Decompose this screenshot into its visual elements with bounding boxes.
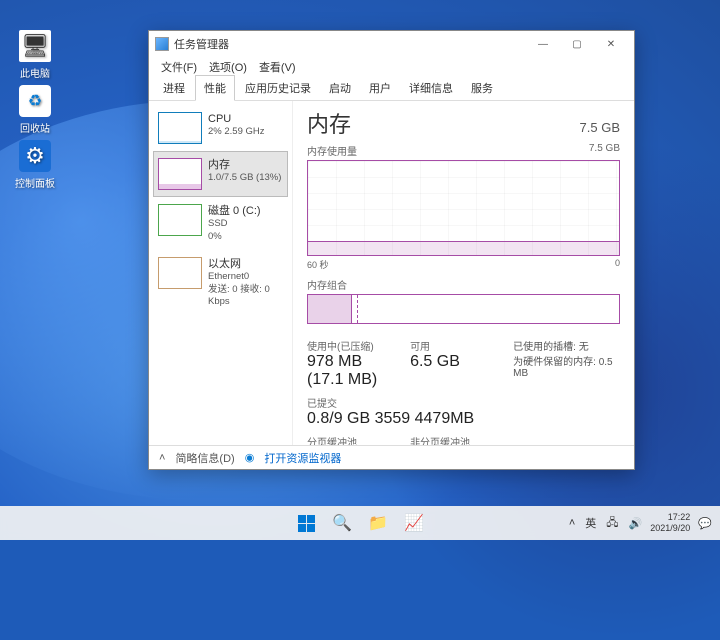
sidebar-item-sub2: 0% bbox=[208, 231, 261, 243]
desktop-icon-label: 控制面板 bbox=[10, 175, 60, 190]
sidebar-item-disk[interactable]: 磁盘 0 (C:) SSD 0% bbox=[153, 197, 288, 250]
stat-nonpaged-label: 非分页缓冲池 bbox=[410, 434, 499, 445]
sidebar-item-sub: 2% 2.59 GHz bbox=[208, 126, 265, 138]
recycle-bin-icon: ♻ bbox=[19, 85, 51, 117]
folder-icon: 📁 bbox=[368, 513, 388, 533]
sidebar-item-sub: Ethernet0 bbox=[208, 271, 283, 283]
titlebar[interactable]: 任务管理器 — ▢ ✕ bbox=[149, 31, 634, 57]
desktop-icon-this-pc[interactable]: 🖥 此电脑 bbox=[10, 30, 60, 80]
stat-in-use-value: 978 MB (17.1 MB) bbox=[307, 353, 396, 389]
taskbar-time: 17:22 bbox=[650, 512, 690, 523]
tab-startup[interactable]: 启动 bbox=[321, 76, 359, 100]
volume-icon[interactable]: 🔊 bbox=[627, 515, 645, 532]
sidebar-item-ethernet[interactable]: 以太网 Ethernet0 发送: 0 接收: 0 Kbps bbox=[153, 250, 288, 315]
system-tray: ˄ 英 🖧 🔊 17:22 2021/9/20 💬 bbox=[567, 506, 714, 540]
stat-paged-label: 分页缓冲池 bbox=[307, 434, 396, 445]
sidebar-item-memory[interactable]: 内存 1.0/7.5 GB (13%) bbox=[153, 151, 288, 197]
menu-view[interactable]: 查看(V) bbox=[255, 57, 300, 77]
sidebar-item-sub: 1.0/7.5 GB (13%) bbox=[208, 172, 281, 184]
stat-committed-label: 已提交 bbox=[307, 395, 499, 410]
menu-file[interactable]: 文件(F) bbox=[157, 57, 201, 77]
sidebar-item-label: 以太网 bbox=[208, 257, 283, 271]
tab-details[interactable]: 详细信息 bbox=[401, 76, 461, 100]
memory-composition-bar[interactable] bbox=[307, 294, 620, 324]
resmon-icon: ◉ bbox=[245, 451, 255, 464]
start-button[interactable] bbox=[291, 509, 321, 537]
window-title: 任务管理器 bbox=[174, 36, 229, 52]
tabbar: 进程 性能 应用历史记录 启动 用户 详细信息 服务 bbox=[149, 77, 634, 101]
windows-logo-icon bbox=[298, 515, 315, 532]
taskbar-clock[interactable]: 17:22 2021/9/20 bbox=[650, 512, 690, 534]
app-icon bbox=[155, 37, 169, 51]
sidebar-item-sub2: 发送: 0 接收: 0 Kbps bbox=[208, 284, 283, 309]
stat-slots-label: 已使用的插槽: bbox=[513, 342, 576, 353]
window-footer: ˄ 简略信息(D) ◉ 打开资源监视器 bbox=[149, 445, 634, 469]
memory-thumb-icon bbox=[158, 158, 202, 190]
open-resource-monitor-link[interactable]: 打开资源监视器 bbox=[264, 450, 341, 466]
brief-info-button[interactable]: 简略信息(D) bbox=[175, 450, 234, 466]
stat-in-use-label: 使用中(已压缩) bbox=[307, 338, 396, 353]
stat-avail-value: 6.5 GB bbox=[410, 353, 499, 371]
stat-hwres-label: 为硬件保留的内存: bbox=[513, 357, 596, 368]
performance-sidebar: CPU 2% 2.59 GHz 内存 1.0/7.5 GB (13%) 磁盘 0… bbox=[149, 101, 293, 445]
taskbar-app-taskmanager[interactable]: 📈 bbox=[399, 509, 429, 537]
performance-main: 内存 7.5 GB 内存使用量 7.5 GB 60 秒 0 内存组合 使用中(已… bbox=[293, 101, 634, 445]
desktop-icon-label: 此电脑 bbox=[10, 65, 60, 80]
control-panel-icon: ⚙ bbox=[19, 140, 51, 172]
composition-label: 内存组合 bbox=[307, 277, 620, 292]
ethernet-thumb-icon bbox=[158, 257, 202, 289]
tab-performance[interactable]: 性能 bbox=[195, 75, 235, 101]
desktop-icon-label: 回收站 bbox=[10, 120, 60, 135]
taskbar[interactable]: 🔍 📁 📈 ˄ 英 🖧 🔊 17:22 2021/9/20 💬 bbox=[0, 506, 720, 540]
sidebar-item-label: 磁盘 0 (C:) bbox=[208, 204, 261, 218]
chart-x-right: 0 bbox=[615, 258, 620, 271]
sidebar-item-cpu[interactable]: CPU 2% 2.59 GHz bbox=[153, 105, 288, 151]
stat-committed-value: 0.8/9 GB 3559 4479MB bbox=[307, 410, 499, 428]
tab-services[interactable]: 服务 bbox=[463, 76, 501, 100]
stat-slots-value: 无 bbox=[579, 342, 589, 353]
search-icon: 🔍 bbox=[332, 513, 352, 533]
maximize-button[interactable]: ▢ bbox=[560, 34, 594, 54]
memory-usage-chart[interactable] bbox=[307, 160, 620, 256]
file-explorer-button[interactable]: 📁 bbox=[363, 509, 393, 537]
monitor-icon: 🖥 bbox=[19, 30, 51, 62]
tab-processes[interactable]: 进程 bbox=[155, 76, 193, 100]
memory-capacity: 7.5 GB bbox=[580, 120, 620, 135]
chart-usage-label: 内存使用量 bbox=[307, 143, 357, 158]
menu-options[interactable]: 选项(O) bbox=[205, 57, 251, 77]
search-button[interactable]: 🔍 bbox=[327, 509, 357, 537]
ime-icon[interactable]: 英 bbox=[583, 513, 598, 533]
stat-avail-label: 可用 bbox=[410, 338, 499, 353]
tray-overflow-button[interactable]: ˄ bbox=[567, 515, 577, 531]
minimize-button[interactable]: — bbox=[526, 34, 560, 54]
chevron-up-icon[interactable]: ˄ bbox=[159, 452, 165, 464]
sidebar-item-sub: SSD bbox=[208, 218, 261, 230]
desktop-icon-recycle-bin[interactable]: ♻ 回收站 bbox=[10, 85, 60, 135]
page-title: 内存 bbox=[307, 107, 351, 139]
disk-thumb-icon bbox=[158, 204, 202, 236]
close-button[interactable]: ✕ bbox=[594, 34, 628, 54]
sidebar-item-label: 内存 bbox=[208, 158, 281, 172]
taskbar-date: 2021/9/20 bbox=[650, 523, 690, 534]
desktop-icon-control-panel[interactable]: ⚙ 控制面板 bbox=[10, 140, 60, 190]
chart-max-label: 7.5 GB bbox=[589, 143, 620, 158]
tab-app-history[interactable]: 应用历史记录 bbox=[237, 76, 319, 100]
menubar: 文件(F) 选项(O) 查看(V) bbox=[149, 57, 634, 77]
chart-icon: 📈 bbox=[404, 513, 424, 533]
cpu-thumb-icon bbox=[158, 112, 202, 144]
tab-users[interactable]: 用户 bbox=[361, 76, 399, 100]
notifications-button[interactable]: 💬 bbox=[696, 515, 714, 532]
network-icon[interactable]: 🖧 bbox=[604, 512, 620, 535]
task-manager-window: 任务管理器 — ▢ ✕ 文件(F) 选项(O) 查看(V) 进程 性能 应用历史… bbox=[148, 30, 635, 470]
chart-x-left: 60 秒 bbox=[307, 258, 329, 271]
sidebar-item-label: CPU bbox=[208, 112, 265, 126]
